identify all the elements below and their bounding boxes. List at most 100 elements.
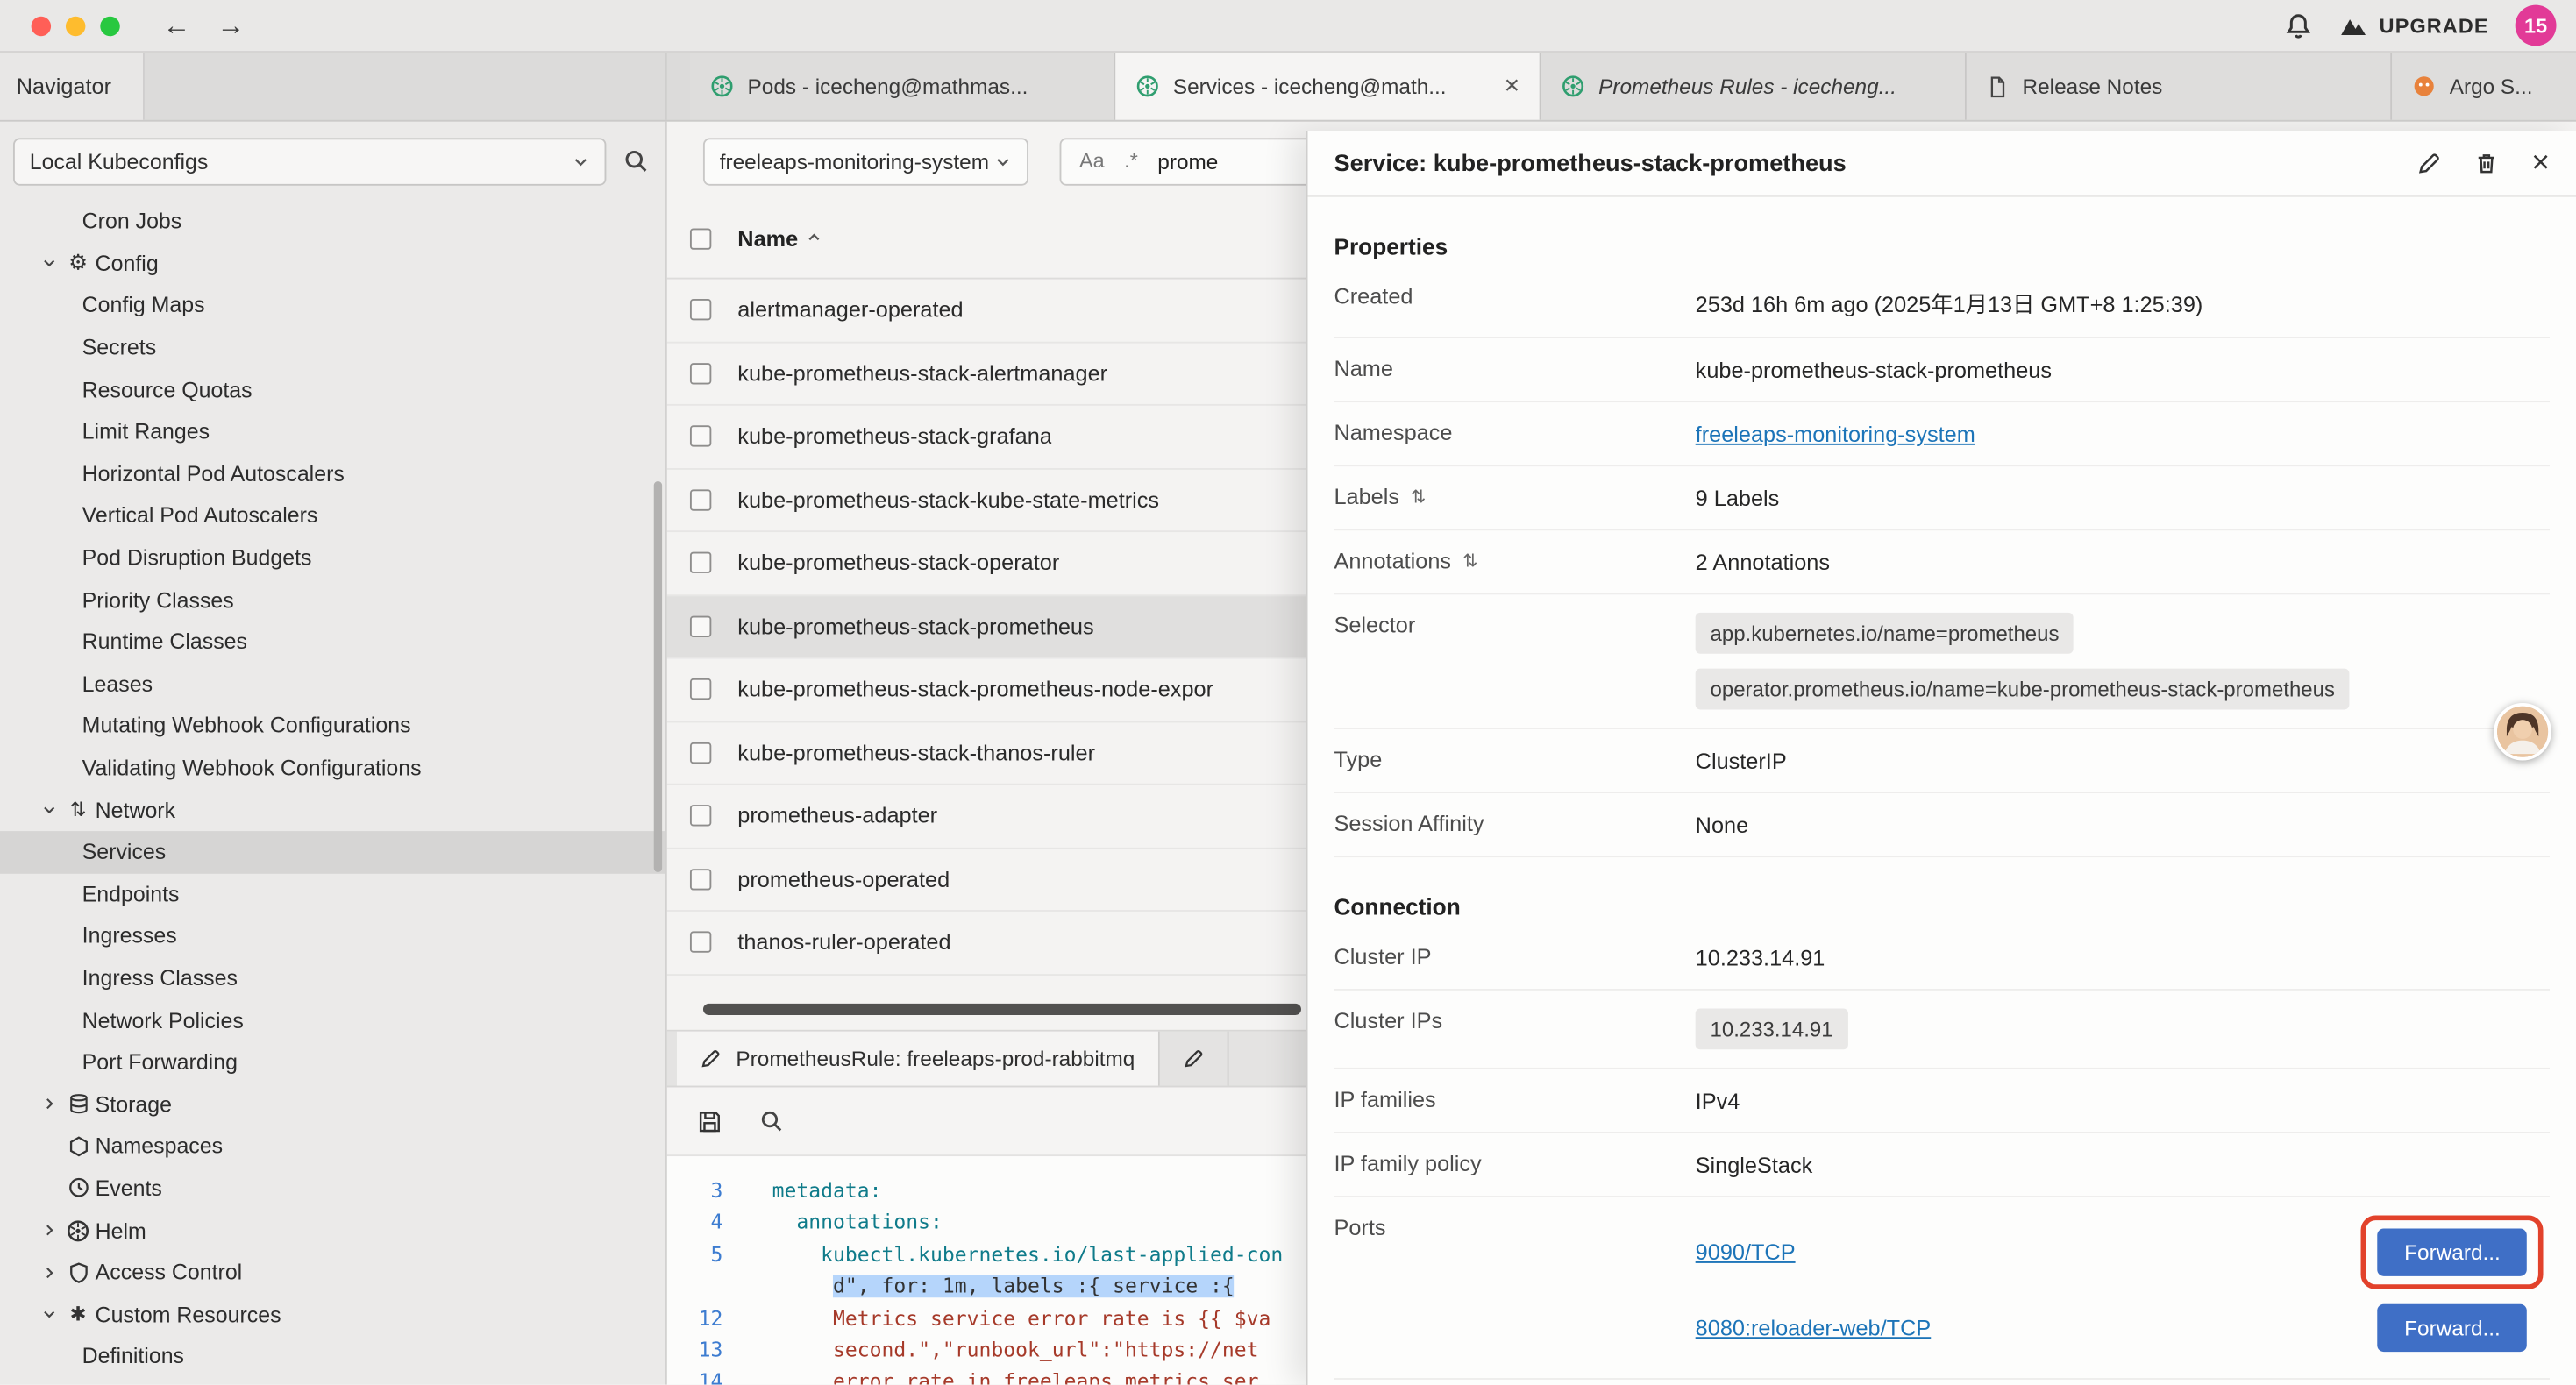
sidebar-item-port-forwarding[interactable]: Port Forwarding [0, 1041, 665, 1083]
expand-toggle-icon[interactable]: ⇅ [1462, 550, 1477, 572]
chevron-down-icon[interactable] [36, 1306, 60, 1323]
sidebar-item-access-control[interactable]: Access Control [0, 1251, 665, 1293]
close-icon[interactable]: × [2531, 148, 2550, 180]
expand-toggle-icon[interactable]: ⇅ [1411, 487, 1426, 508]
sidebar-search-button[interactable] [623, 148, 649, 174]
kubeconfig-selector[interactable]: Local Kubeconfigs [13, 137, 606, 184]
value-badge: app.kubernetes.io/name=prometheus [1696, 613, 2074, 654]
sidebar-item-endpoints[interactable]: Endpoints [0, 873, 665, 915]
row-checkbox[interactable] [690, 806, 711, 827]
row-checkbox[interactable] [690, 678, 711, 700]
tab-argo-s[interactable]: Argo S... [2392, 53, 2576, 120]
horizontal-scrollbar-thumb[interactable] [703, 1004, 1301, 1015]
row-checkbox[interactable] [690, 426, 711, 447]
sidebar-item-config-maps[interactable]: Config Maps [0, 285, 665, 327]
line-number [667, 1272, 739, 1303]
match-case-toggle[interactable]: Aa [1079, 150, 1105, 173]
delete-icon[interactable] [2474, 151, 2499, 175]
sidebar-item-network-policies[interactable]: Network Policies [0, 999, 665, 1041]
save-icon[interactable] [696, 1108, 722, 1134]
service-name: kube-prometheus-stack-alertmanager [737, 361, 1107, 386]
tab-prometheus-rules-icecheng[interactable]: Prometheus Rules - icecheng... [1541, 53, 1967, 120]
maximize-window-button[interactable] [100, 16, 119, 35]
sidebar-item-storage[interactable]: Storage [0, 1083, 665, 1126]
sidebar-item-helm[interactable]: Helm [0, 1210, 665, 1252]
row-checkbox[interactable] [690, 552, 711, 573]
tab-release-notes[interactable]: Release Notes [1967, 53, 2392, 120]
sidebar-item-services[interactable]: Services [0, 831, 665, 873]
row-checkbox[interactable] [690, 363, 711, 384]
gear-icon: ⚙ [60, 251, 95, 277]
chevron-right-icon[interactable] [36, 1096, 60, 1112]
tab-pods-icecheng-mathmas[interactable]: Pods - icecheng@mathmas... [690, 53, 1115, 120]
sidebar-item-custom-resources[interactable]: ✱Custom Resources [0, 1293, 665, 1335]
sidebar-item-label: Storage [96, 1092, 172, 1117]
sidebar-item-config[interactable]: ⚙Config [0, 243, 665, 285]
close-window-button[interactable] [32, 16, 51, 35]
row-checkbox[interactable] [690, 615, 711, 636]
sidebar-item-leases[interactable]: Leases [0, 663, 665, 705]
notifications-bell-icon[interactable] [2284, 11, 2314, 40]
sidebar-item-label: Pod Disruption Budgets [82, 545, 312, 570]
detail-row-cluster-ip: Cluster IP10.233.14.91 [1334, 927, 2550, 991]
namespace-link[interactable]: freeleaps-monitoring-system [1696, 421, 1975, 447]
editor-tab-prometheusrule-freeleaps-prod-rabbitmq[interactable]: PrometheusRule: freeleaps-prod-rabbitmq [677, 1032, 1159, 1086]
sidebar-item-definitions[interactable]: Definitions [0, 1335, 665, 1377]
sidebar-item-mutating-webhook-configurations[interactable]: Mutating Webhook Configurations [0, 705, 665, 747]
chevron-down-icon[interactable] [36, 255, 60, 272]
service-name: kube-prometheus-stack-operator [737, 550, 1059, 575]
sidebar-item-runtime-classes[interactable]: Runtime Classes [0, 621, 665, 663]
tab-services-icecheng-math[interactable]: Services - icecheng@math...× [1115, 53, 1541, 120]
port-link[interactable]: 9090/TCP [1696, 1240, 1796, 1265]
sidebar-item-ingresses[interactable]: Ingresses [0, 915, 665, 957]
upgrade-button[interactable]: UPGRADE [2340, 11, 2489, 39]
sidebar-item-label: Services [82, 840, 167, 864]
sidebar-scrollbar[interactable] [654, 481, 662, 872]
service-name: alertmanager-operated [737, 298, 963, 323]
chevron-down-icon[interactable] [36, 802, 60, 819]
select-all-checkbox[interactable] [690, 228, 711, 249]
row-checkbox[interactable] [690, 742, 711, 763]
editor-search-icon[interactable] [759, 1109, 784, 1133]
sidebar-item-limit-ranges[interactable]: Limit Ranges [0, 410, 665, 452]
namespace-filter-dropdown[interactable]: freeleaps-monitoring-system [703, 137, 1028, 184]
detail-label: Cluster IP [1334, 944, 1695, 969]
column-header-name[interactable]: Name [737, 227, 822, 252]
row-checkbox[interactable] [690, 869, 711, 890]
sidebar-item-network[interactable]: ⇅Network [0, 789, 665, 831]
service-name: thanos-ruler-operated [737, 930, 950, 955]
editor-tab-partial[interactable] [1159, 1032, 1228, 1086]
edit-icon[interactable] [2416, 151, 2441, 175]
regex-toggle[interactable]: .* [1124, 150, 1138, 173]
value-badge: operator.prometheus.io/name=kube-prometh… [1696, 669, 2350, 710]
sidebar-item-cron-jobs[interactable]: Cron Jobs [0, 201, 665, 243]
sidebar-item-secrets[interactable]: Secrets [0, 326, 665, 368]
forward-button[interactable]: Forward... [2378, 1304, 2527, 1352]
chevron-right-icon[interactable] [36, 1264, 60, 1281]
sidebar-item-pod-disruption-budgets[interactable]: Pod Disruption Budgets [0, 536, 665, 579]
notification-count-badge[interactable]: 15 [2516, 5, 2557, 46]
back-button[interactable]: ← [162, 11, 190, 39]
row-checkbox[interactable] [690, 299, 711, 320]
sidebar-item-namespaces[interactable]: Namespaces [0, 1126, 665, 1168]
minimize-window-button[interactable] [66, 16, 85, 35]
user-avatar[interactable] [2494, 703, 2551, 761]
sidebar-item-resource-quotas[interactable]: Resource Quotas [0, 368, 665, 410]
sidebar-item-horizontal-pod-autoscalers[interactable]: Horizontal Pod Autoscalers [0, 452, 665, 494]
close-tab-icon[interactable]: × [1505, 73, 1520, 99]
chevron-right-icon[interactable] [36, 1222, 60, 1239]
navigator-tab[interactable]: Navigator [0, 53, 145, 120]
sidebar-item-events[interactable]: Events [0, 1168, 665, 1210]
row-checkbox[interactable] [690, 932, 711, 953]
sidebar-item-ingress-classes[interactable]: Ingress Classes [0, 957, 665, 999]
detail-label: Type [1334, 748, 1695, 772]
service-name: prometheus-adapter [737, 804, 937, 828]
forward-button[interactable]: Forward... [2378, 1229, 2527, 1276]
sidebar-item-label: Config Maps [82, 293, 205, 317]
sidebar-item-vertical-pod-autoscalers[interactable]: Vertical Pod Autoscalers [0, 494, 665, 536]
forward-button[interactable]: → [217, 11, 245, 39]
port-link[interactable]: 8080:reloader-web/TCP [1696, 1316, 1932, 1340]
sidebar-item-validating-webhook-configurations[interactable]: Validating Webhook Configurations [0, 747, 665, 789]
row-checkbox[interactable] [690, 489, 711, 510]
sidebar-item-priority-classes[interactable]: Priority Classes [0, 579, 665, 621]
